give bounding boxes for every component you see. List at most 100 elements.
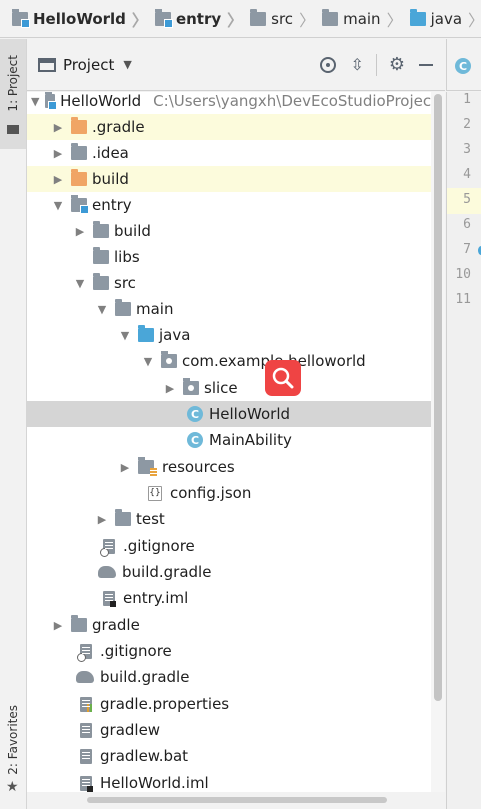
ignored-file-icon: [77, 643, 92, 662]
tree-row-gradlew[interactable]: gradlew: [27, 717, 445, 743]
chevron-down-icon[interactable]: ▼: [123, 58, 131, 71]
package-icon: [183, 378, 199, 395]
collapsed-arrow-icon[interactable]: ▶: [51, 173, 65, 186]
project-tool-tab[interactable]: 1: Project: [0, 39, 26, 149]
tree-row-config-json[interactable]: {} config.json: [27, 480, 445, 506]
collapsed-arrow-icon[interactable]: ▶: [51, 619, 65, 632]
breadcrumb-item-main[interactable]: main 〉: [322, 7, 410, 31]
folder-icon: [71, 615, 87, 632]
folder-icon: [115, 509, 131, 526]
tree-row-root[interactable]: ▼ HelloWorld C:\Users\yangxh\DevEcoStudi…: [27, 92, 437, 114]
tree-row-resources[interactable]: ▶ resources: [27, 454, 445, 480]
module-folder-icon: [12, 8, 30, 28]
collapsed-arrow-icon[interactable]: ▶: [73, 225, 87, 238]
tree-row-build[interactable]: ▶ build: [27, 166, 445, 192]
tree-row-entry-build-gradle[interactable]: build.gradle: [27, 559, 445, 585]
line-number: 4: [463, 167, 471, 182]
line-number: 3: [463, 142, 471, 157]
json-file-icon: {}: [148, 485, 162, 501]
tree-row-libs[interactable]: libs: [27, 244, 445, 270]
scrollbar-thumb[interactable]: [434, 94, 442, 701]
tree-row-test[interactable]: ▶ test: [27, 506, 445, 532]
tree-row-gradle-properties[interactable]: gradle.properties: [27, 691, 445, 717]
collapse-all-icon[interactable]: ⇳: [350, 56, 363, 72]
tree-row-java[interactable]: ▼ java: [27, 322, 445, 348]
folder-icon: [115, 299, 131, 316]
line-number: 10: [455, 267, 471, 282]
favorites-tool-tab-label: 2: Favorites: [6, 705, 20, 775]
left-tool-strip: 1: Project 2: Favorites ★: [0, 39, 27, 809]
tree-row-package[interactable]: ▼ com.example.helloworld: [27, 348, 445, 374]
expanded-arrow-icon[interactable]: ▼: [51, 199, 65, 212]
collapsed-arrow-icon[interactable]: ▶: [51, 147, 65, 160]
tree-row-entry-build[interactable]: ▶ build: [27, 218, 445, 244]
ignored-file-icon: [100, 538, 115, 557]
module-folder-icon: [71, 195, 89, 214]
tree-row-build-gradle[interactable]: build.gradle: [27, 664, 445, 690]
tree-row-src[interactable]: ▼ src: [27, 270, 445, 296]
search-icon: [272, 367, 294, 389]
tree-row-main[interactable]: ▼ main: [27, 296, 445, 322]
class-icon: C: [187, 406, 203, 422]
folder-icon: [71, 143, 87, 160]
project-view-selector[interactable]: Project: [63, 56, 114, 74]
collapsed-arrow-icon[interactable]: ▶: [95, 513, 109, 526]
chevron-right-icon: 〉: [131, 10, 148, 30]
expanded-arrow-icon[interactable]: ▼: [118, 329, 132, 342]
tree-row-gradle-dir[interactable]: ▶ .gradle: [27, 114, 445, 140]
text-file-icon: [80, 748, 92, 764]
module-file-icon: [80, 775, 93, 792]
tree-row-gitignore[interactable]: .gitignore: [27, 638, 445, 664]
project-tool-tab-label: 1: Project: [6, 55, 20, 112]
minimize-icon[interactable]: [419, 63, 433, 66]
tree-row-gradlew-bat[interactable]: gradlew.bat: [27, 743, 445, 769]
collapsed-arrow-icon[interactable]: ▶: [118, 461, 132, 474]
editor-tab[interactable]: C: [446, 39, 481, 91]
tree-horizontal-scrollbar[interactable]: [27, 792, 445, 809]
expanded-arrow-icon[interactable]: ▼: [73, 277, 87, 290]
line-number: 2: [463, 117, 471, 132]
breadcrumb-item-src[interactable]: src 〉: [250, 7, 322, 31]
chevron-right-icon: 〉: [299, 10, 316, 30]
folder-icon: [93, 221, 109, 238]
module-file-icon: [103, 590, 116, 607]
line-number: 11: [455, 292, 471, 307]
folder-icon: [250, 8, 267, 26]
root-path: C:\Users\yangxh\DevEcoStudioProject: [153, 92, 437, 110]
excluded-folder-icon: [71, 117, 87, 134]
folder-icon: [322, 8, 339, 26]
collapsed-arrow-icon[interactable]: ▶: [51, 121, 65, 134]
breadcrumb-item-entry[interactable]: entry 〉: [154, 7, 250, 31]
chevron-right-icon: 〉: [386, 10, 403, 30]
floating-search-button[interactable]: [265, 360, 301, 396]
tree-row-helloworld-iml[interactable]: HelloWorld.iml: [27, 770, 445, 792]
expanded-arrow-icon[interactable]: ▼: [95, 303, 109, 316]
tree-row-entry-gitignore[interactable]: .gitignore: [27, 533, 445, 559]
tree-row-idea[interactable]: ▶ .idea: [27, 140, 445, 166]
favorites-tool-tab[interactable]: 2: Favorites ★: [0, 699, 26, 809]
tree-row-mainability-class[interactable]: C MainAbility: [27, 427, 445, 453]
scrollbar-thumb[interactable]: [87, 797, 387, 803]
breadcrumb-item-java[interactable]: java〉: [409, 7, 481, 31]
tree-row-entry[interactable]: ▼ entry: [27, 192, 445, 218]
gradle-elephant-icon: [98, 566, 116, 578]
source-folder-icon: [409, 8, 426, 26]
tree-row-helloworld-class[interactable]: C HelloWorld: [27, 401, 445, 427]
locate-target-icon[interactable]: [320, 56, 337, 73]
project-panel-header: Project ▼ ⇳ ⚙: [27, 39, 445, 91]
tree-vertical-scrollbar[interactable]: [431, 92, 445, 792]
line-number: 6: [463, 217, 471, 232]
tree-row-entry-iml[interactable]: entry.iml: [27, 585, 445, 611]
tree-row-slice[interactable]: ▶ slice: [27, 375, 445, 401]
expanded-arrow-icon[interactable]: ▼: [31, 95, 39, 108]
module-folder-icon: [154, 8, 173, 28]
expanded-arrow-icon[interactable]: ▼: [141, 355, 155, 368]
chevron-right-icon: 〉: [227, 10, 244, 30]
line-number: 7: [463, 242, 471, 257]
gear-icon[interactable]: ⚙: [389, 54, 405, 75]
gradle-elephant-icon: [76, 671, 94, 683]
resources-folder-icon: [138, 457, 157, 477]
tree-row-gradle[interactable]: ▶ gradle: [27, 612, 445, 638]
breadcrumb-item-helloworld[interactable]: HelloWorld 〉: [12, 7, 155, 31]
collapsed-arrow-icon[interactable]: ▶: [163, 382, 177, 395]
